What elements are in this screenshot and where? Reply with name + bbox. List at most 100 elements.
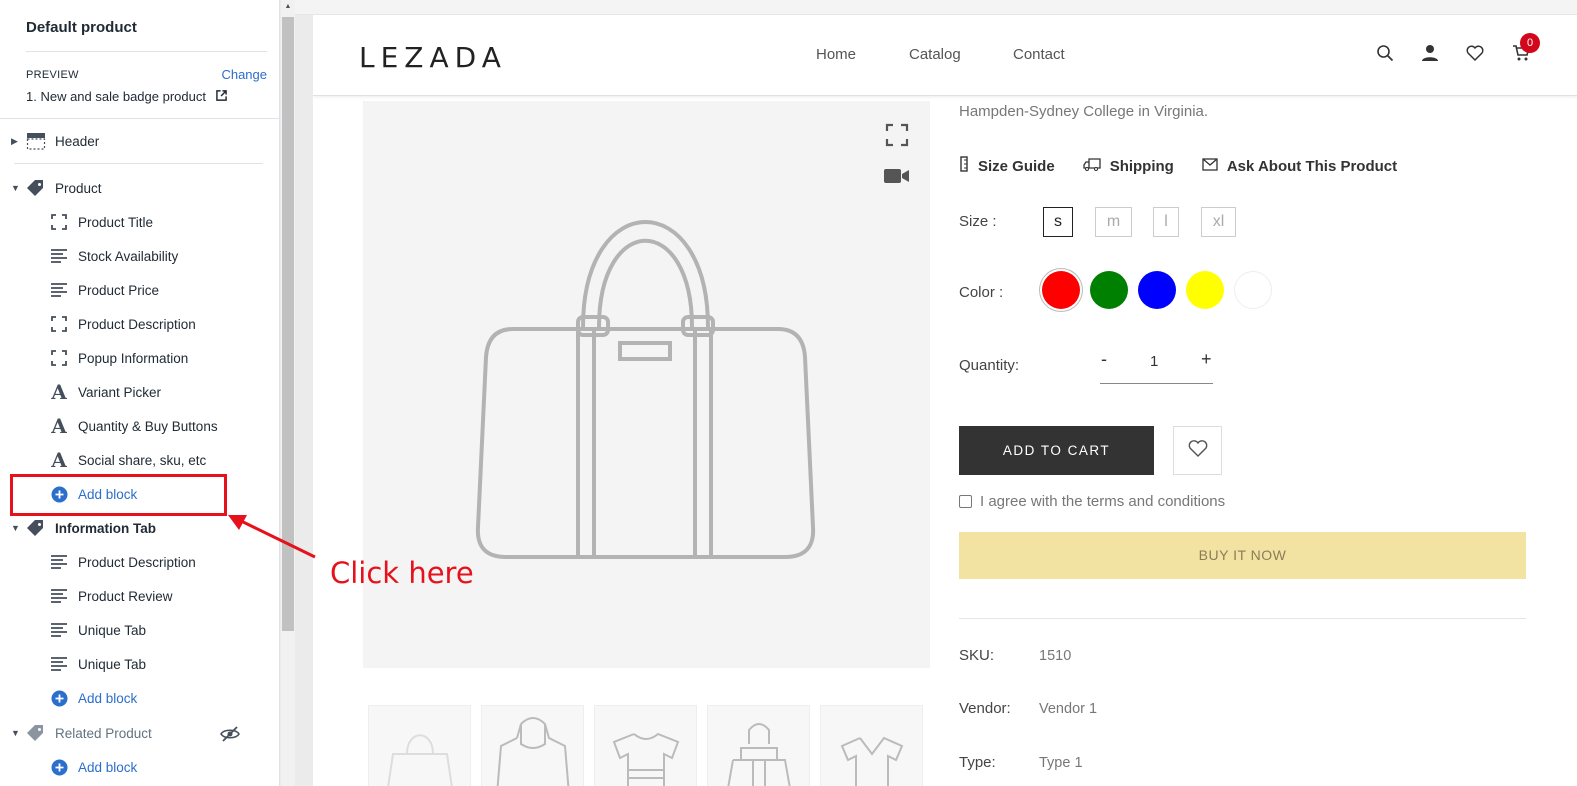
quantity-decrease-button[interactable]: -: [1101, 349, 1107, 370]
nav-contact[interactable]: Contact: [1013, 46, 1065, 63]
cart-count-badge: 0: [1520, 33, 1540, 53]
thumbnail[interactable]: [707, 705, 810, 786]
account-icon[interactable]: [1421, 44, 1441, 64]
handbag-illustration: [475, 220, 816, 559]
video-camera-icon[interactable]: [884, 167, 910, 190]
block-product-title[interactable]: Product Title: [0, 207, 153, 237]
block-label: Product Description: [78, 554, 196, 570]
thumbnail[interactable]: [820, 705, 923, 786]
fullscreen-icon[interactable]: [885, 123, 909, 152]
terms-agreement[interactable]: I agree with the terms and conditions: [959, 493, 1225, 510]
section-related-product[interactable]: ▼ Related Product: [0, 718, 152, 748]
nav-catalog[interactable]: Catalog: [909, 46, 961, 63]
sku-value: 1510: [1039, 648, 1072, 664]
external-link-icon[interactable]: [215, 90, 227, 104]
block-stock-availability[interactable]: Stock Availability: [0, 241, 178, 271]
eye-hidden-icon[interactable]: [220, 725, 240, 743]
buy-it-now-button[interactable]: BUY IT NOW: [959, 532, 1526, 579]
sku-label: SKU:: [959, 647, 995, 664]
color-swatch-red[interactable]: [1042, 271, 1080, 309]
block-label: Product Review: [78, 588, 173, 604]
block-social-share[interactable]: A Social share, sku, etc: [0, 445, 206, 475]
type-value: Type 1: [1039, 755, 1083, 771]
add-block-button[interactable]: Add block: [0, 683, 137, 713]
shipping-link[interactable]: Shipping: [1083, 156, 1174, 176]
wishlist-heart-icon[interactable]: [1466, 44, 1486, 64]
color-swatch-green[interactable]: [1090, 271, 1128, 309]
quantity-underline: [1100, 383, 1213, 384]
ask-about-product-link[interactable]: Ask About This Product: [1202, 156, 1397, 176]
tag-icon: [25, 724, 47, 742]
caret-down-icon[interactable]: ▼: [11, 728, 21, 738]
dashed-frame-icon: [50, 315, 68, 333]
search-icon[interactable]: [1376, 44, 1396, 64]
block-product-description[interactable]: Product Description: [0, 309, 196, 339]
text-lines-icon: [50, 553, 68, 571]
scroll-up-arrow-icon[interactable]: ▲: [283, 3, 293, 13]
change-preview-link[interactable]: Change: [221, 67, 267, 82]
block-label: Product Description: [78, 316, 196, 332]
thumbnail[interactable]: [594, 705, 697, 786]
color-swatch-blue[interactable]: [1138, 271, 1176, 309]
size-option[interactable]: m: [1095, 207, 1132, 237]
store-logo[interactable]: LEZADA: [359, 41, 507, 74]
caret-right-icon[interactable]: ▶: [11, 136, 21, 147]
block-product-review[interactable]: Product Review: [0, 581, 173, 611]
size-option[interactable]: l: [1153, 207, 1179, 237]
nav-home[interactable]: Home: [816, 46, 856, 63]
block-product-price[interactable]: Product Price: [0, 275, 159, 305]
block-unique-tab[interactable]: Unique Tab: [0, 649, 146, 679]
caret-down-icon[interactable]: ▼: [11, 183, 21, 193]
text-lines-icon: [50, 281, 68, 299]
section-product[interactable]: ▼ Product: [0, 173, 102, 203]
size-option[interactable]: xl: [1201, 207, 1236, 237]
divider: [26, 51, 267, 52]
block-label: Unique Tab: [78, 622, 147, 638]
block-product-description-tab[interactable]: Product Description: [0, 547, 196, 577]
block-label: Popup Information: [78, 350, 189, 366]
vendor-label: Vendor:: [959, 700, 1011, 717]
add-to-wishlist-button[interactable]: [1173, 426, 1222, 475]
block-quantity-buy-buttons[interactable]: A Quantity & Buy Buttons: [0, 411, 218, 441]
add-block-button[interactable]: Add block: [0, 752, 137, 782]
preview-product[interactable]: 1. New and sale badge product: [26, 89, 227, 104]
header-section-icon: [25, 132, 47, 150]
envelope-icon: [1202, 157, 1218, 175]
quantity-increase-button[interactable]: +: [1201, 349, 1212, 370]
size-option[interactable]: s: [1043, 207, 1073, 237]
divider: [959, 618, 1526, 619]
color-swatch-white[interactable]: [1234, 271, 1272, 309]
section-header[interactable]: ▶ Header: [0, 126, 99, 156]
preview-top-band: [295, 0, 1577, 15]
text-lines-icon: [50, 587, 68, 605]
text-lines-icon: [50, 655, 68, 673]
tag-icon: [25, 519, 47, 537]
quantity-input[interactable]: 1: [1150, 353, 1158, 370]
text-lines-icon: [50, 247, 68, 265]
block-popup-information[interactable]: Popup Information: [0, 343, 188, 373]
ruler-icon: [959, 156, 969, 176]
terms-checkbox[interactable]: [959, 495, 972, 508]
size-label: Size :: [959, 213, 997, 230]
size-guide-link[interactable]: Size Guide: [959, 156, 1055, 176]
block-label: Variant Picker: [78, 384, 162, 400]
color-swatch-yellow[interactable]: [1186, 271, 1224, 309]
template-title: Default product: [26, 19, 137, 36]
block-variant-picker[interactable]: A Variant Picker: [0, 377, 161, 407]
section-label: Information Tab: [55, 520, 156, 536]
theme-editor-sidebar: Default product PREVIEW Change 1. New an…: [0, 0, 280, 786]
thumbnail[interactable]: [368, 705, 471, 786]
truck-icon: [1083, 157, 1101, 175]
block-label: Social share, sku, etc: [78, 452, 207, 468]
block-label: Quantity & Buy Buttons: [78, 418, 218, 434]
block-label: Stock Availability: [78, 248, 179, 264]
divider: [14, 163, 263, 164]
caret-down-icon[interactable]: ▼: [11, 523, 21, 533]
storefront-preview: LEZADA Home Catalog Contact 0 Hampden-Sy…: [313, 15, 1577, 786]
thumbnail[interactable]: [481, 705, 584, 786]
annotation-text: Click here: [330, 556, 474, 590]
add-to-cart-button[interactable]: ADD TO CART: [959, 426, 1154, 475]
section-label: Related Product: [55, 725, 152, 741]
section-information-tab[interactable]: ▼ Information Tab: [0, 513, 156, 543]
block-unique-tab[interactable]: Unique Tab: [0, 615, 146, 645]
